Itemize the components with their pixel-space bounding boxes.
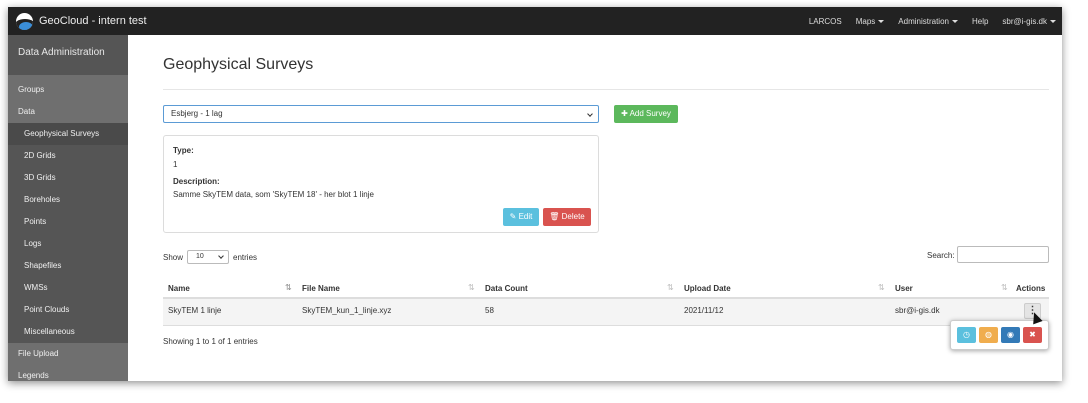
sidebar-item-data[interactable]: Data [8,101,128,123]
nav-maps[interactable]: Maps [856,17,885,26]
cell-upload-date: 2021/11/12 [684,306,724,315]
brand[interactable]: GeoCloud - intern test [16,12,147,30]
entries-select-value: 10 [196,253,204,260]
nav-maps-label: Maps [855,16,876,26]
description-label: Description: [173,177,220,186]
cell-user: sbr@i-gis.dk [895,306,940,315]
column-file-name[interactable]: File Name [302,284,340,293]
search-input[interactable] [957,246,1049,263]
plus-icon: ✚ [621,109,630,118]
sidebar-item-file-upload[interactable]: File Upload [8,343,128,365]
chevron-down-icon [218,253,224,259]
sidebar-item-2d-grids[interactable]: 2D Grids [8,145,128,167]
column-name[interactable]: Name [168,284,190,293]
survey-select-value: Esbjerg - 1 lag [171,109,223,118]
nav-administration-label: Administration [898,16,949,26]
entries-select[interactable]: 10 [187,250,230,264]
column-user[interactable]: User [895,284,913,293]
nav-user-label: sbr@i-gis.dk [1002,16,1047,26]
caret-down-icon [1050,19,1056,23]
nav-user[interactable]: sbr@i-gis.dk [1002,17,1056,26]
delete-button[interactable]: 🗑 Delete [543,208,591,226]
type-value: 1 [173,160,178,169]
sidebar-item-legends[interactable]: Legends [8,365,128,381]
edit-label: Edit [518,212,533,221]
nav-menu: LARCOS Maps Administration Help sbr@i-gi… [795,7,1056,35]
trash-icon[interactable]: ✖ [1023,327,1042,343]
brand-title: GeoCloud - intern test [39,15,147,27]
sidebar-heading: Data Administration [8,35,128,75]
survey-details-panel: Type: 1 Description: Samme SkyTEM data, … [163,135,599,233]
sidebar-item-3d-grids[interactable]: 3D Grids [8,167,128,189]
nav-larcos-label: LARCOS [808,16,842,26]
nav-help[interactable]: Help [972,17,988,26]
nav-help-label: Help [971,16,989,26]
edit-icon: ✎ [509,212,519,221]
sidebar-item-points[interactable]: Points [8,211,128,233]
sidebar: Data Administration Groups Data Geophysi… [8,35,128,381]
length-suffix: entries [233,252,258,262]
add-survey-label: Add Survey [629,109,671,118]
column-upload-date[interactable]: Upload Date [684,284,731,293]
column-data-count[interactable]: Data Count [485,284,528,293]
sort-icon[interactable]: ⇅ [1001,283,1008,292]
sidebar-item-point-clouds[interactable]: Point Clouds [8,299,128,321]
sort-icon[interactable]: ⇅ [468,283,475,292]
sidebar-item-geophysical-surveys[interactable]: Geophysical Surveys [8,123,128,145]
app-window: GeoCloud - intern test LARCOS Maps Admin… [8,7,1062,381]
nav-administration[interactable]: Administration [898,17,958,26]
sidebar-item-logs[interactable]: Logs [8,233,128,255]
column-actions: Actions [1016,284,1046,293]
chevron-down-icon [587,111,593,117]
page-title: Geophysical Surveys [163,56,314,73]
clock-icon[interactable]: ◷ [957,327,976,343]
top-navbar: GeoCloud - intern test LARCOS Maps Admin… [8,7,1062,35]
sidebar-item-wmss[interactable]: WMSs [8,277,128,299]
cell-name: SkyTEM 1 linje [168,306,222,315]
nav-larcos[interactable]: LARCOS [809,17,842,26]
sort-asc-icon[interactable]: ⇅ [285,283,292,292]
globe-icon[interactable]: ◍ [979,327,998,343]
survey-select[interactable]: Esbjerg - 1 lag [163,105,599,123]
sort-icon[interactable]: ⇅ [878,283,885,292]
sidebar-item-miscellaneous[interactable]: Miscellaneous [8,321,128,343]
caret-down-icon [878,19,885,23]
delete-label: Delete [561,212,585,221]
main-content: Geophysical Surveys Esbjerg - 1 lag ✚ Ad… [128,35,1062,381]
sidebar-item-boreholes[interactable]: Boreholes [8,189,128,211]
eye-icon[interactable]: ◉ [1001,327,1020,343]
add-survey-button[interactable]: ✚ Add Survey [614,105,678,123]
sort-icon[interactable]: ⇅ [667,283,674,292]
sidebar-item-groups[interactable]: Groups [8,79,128,101]
description-value: Samme SkyTEM data, som 'SkyTEM 18' - her… [173,190,374,199]
cell-file-name: SkyTEM_kun_1_linje.xyz [302,306,392,315]
sidebar-heading-label: Data Administration [18,47,105,58]
table-info: Showing 1 to 1 of 1 entries [163,337,258,346]
trash-icon: 🗑 [549,212,562,221]
sidebar-item-shapefiles[interactable]: Shapefiles [8,255,128,277]
actions-popup: ◷ ◍ ◉ ✖ [950,320,1049,350]
entries-length: Show 10 entries [163,250,257,264]
edit-button[interactable]: ✎ Edit [503,208,539,226]
type-label: Type: [173,146,194,155]
cell-data-count: 58 [485,306,494,315]
caret-down-icon [951,19,958,23]
geocloud-logo-icon [16,12,33,30]
search-label: Search: [927,251,955,260]
length-prefix: Show [163,252,184,262]
title-divider [163,89,1049,90]
